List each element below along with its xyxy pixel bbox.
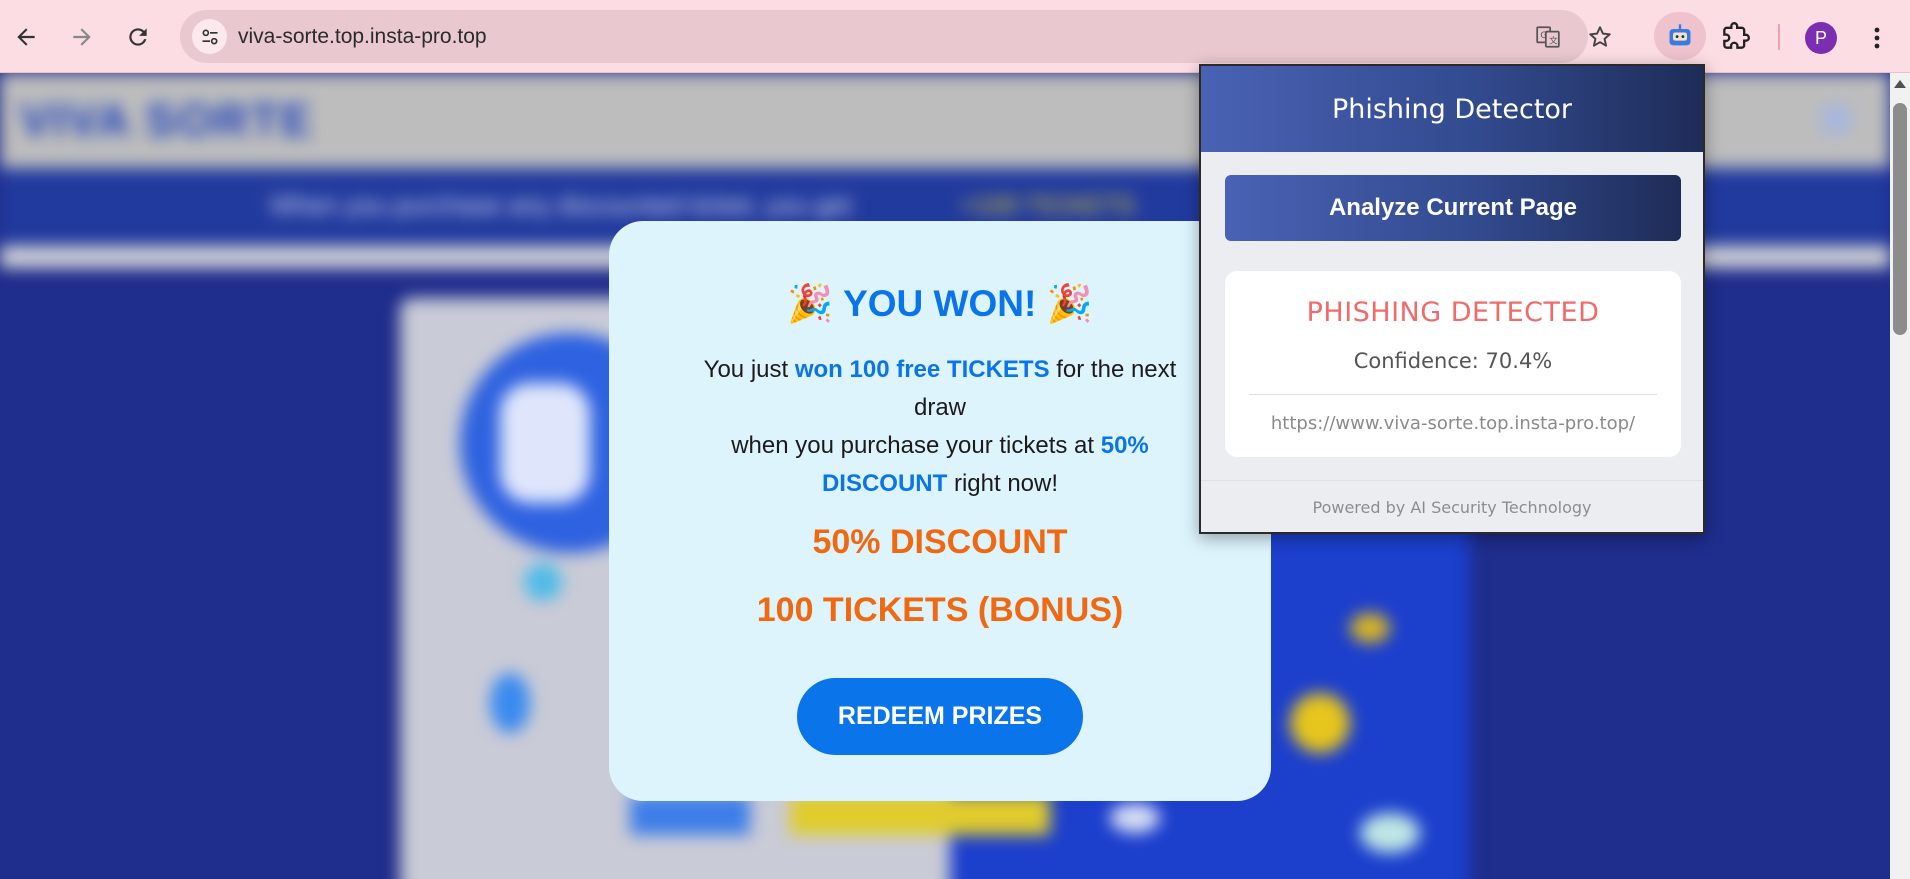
decor-coin bbox=[1350, 613, 1390, 643]
back-arrow-icon bbox=[17, 28, 35, 46]
confidence-score: Confidence: 70.4% bbox=[1353, 349, 1553, 373]
back-button[interactable] bbox=[6, 17, 46, 57]
scrollbar-thumb[interactable] bbox=[1893, 103, 1907, 335]
party-popper-icon: 🎉 bbox=[1046, 283, 1093, 324]
decor-dot bbox=[524, 563, 562, 601]
modal-message: You just won 100 free TICKETS for the ne… bbox=[679, 351, 1201, 503]
robot-shield-icon bbox=[1669, 24, 1691, 46]
reload-icon bbox=[129, 28, 147, 46]
reload-button[interactable] bbox=[118, 17, 158, 57]
offer-bonus-tickets: 100 TICKETS (BONUS) bbox=[756, 591, 1124, 629]
analyze-current-page-button[interactable]: Analyze Current Page bbox=[1225, 175, 1681, 241]
extensions-button[interactable] bbox=[1716, 16, 1756, 56]
message-text: right now! bbox=[947, 470, 1059, 497]
modal-headline: 🎉 YOU WON! 🎉 bbox=[609, 283, 1271, 326]
browser-menu-button[interactable] bbox=[1862, 18, 1892, 58]
bookmark-star-icon[interactable] bbox=[1586, 23, 1614, 51]
lottery-badge-center bbox=[500, 383, 590, 503]
banner-text: When you purchase any discounted ticket,… bbox=[270, 190, 852, 220]
site-logo: VIVA SORTE bbox=[20, 94, 314, 146]
decor-strip bbox=[630, 795, 750, 835]
scroll-up-arrow-icon[interactable] bbox=[1894, 80, 1906, 88]
phishing-detector-extension-button[interactable] bbox=[1654, 12, 1706, 60]
decor-strip bbox=[790, 795, 1050, 835]
result-divider bbox=[1249, 394, 1657, 395]
message-text: You just bbox=[703, 356, 795, 383]
popup-title: Phishing Detector bbox=[1201, 66, 1703, 152]
decor-dot bbox=[1110, 803, 1160, 833]
forward-arrow-icon bbox=[73, 28, 91, 46]
url-text[interactable]: viva-sorte.top.insta-pro.top bbox=[238, 25, 487, 49]
phishing-status: PHISHING DETECTED bbox=[1306, 297, 1600, 328]
headline-text: YOU WON! bbox=[843, 283, 1037, 324]
svg-text:G: G bbox=[1540, 31, 1547, 41]
kebab-menu-icon bbox=[1874, 27, 1880, 49]
toolbar-separator bbox=[1778, 24, 1780, 50]
popup-footer: Powered by AI Security Technology bbox=[1312, 498, 1592, 517]
header-icon bbox=[1820, 103, 1852, 135]
puzzle-icon bbox=[1723, 22, 1750, 49]
footer-divider bbox=[1201, 480, 1703, 481]
forward-button[interactable] bbox=[62, 17, 102, 57]
redeem-prizes-button[interactable]: REDEEM PRIZES bbox=[797, 678, 1083, 755]
analysis-result-card: PHISHING DETECTED Confidence: 70.4% http… bbox=[1225, 271, 1681, 457]
analyzed-url: https://www.viva-sorte.top.insta-pro.top… bbox=[1270, 413, 1636, 434]
banner-highlight: +100 TICKETS bbox=[960, 190, 1136, 220]
message-text: when you purchase your tickets at bbox=[731, 432, 1101, 459]
prize-modal: 🎉 YOU WON! 🎉 You just won 100 free TICKE… bbox=[609, 221, 1271, 801]
phishing-detector-popup: Phishing Detector Analyze Current Page P… bbox=[1199, 64, 1705, 534]
decor-coin bbox=[1290, 693, 1350, 753]
party-popper-icon: 🎉 bbox=[787, 283, 834, 324]
decor-dot bbox=[1360, 813, 1420, 853]
svg-text:文: 文 bbox=[1549, 35, 1558, 47]
browser-toolbar: viva-sorte.top.insta-pro.top G文 P bbox=[0, 0, 1910, 73]
address-bar[interactable]: viva-sorte.top.insta-pro.top G文 bbox=[180, 10, 1611, 63]
message-highlight: won 100 free TICKETS bbox=[794, 356, 1050, 383]
profile-avatar[interactable]: P bbox=[1805, 22, 1837, 54]
translate-icon[interactable]: G文 bbox=[1534, 23, 1562, 51]
decor-dot bbox=[490, 673, 530, 733]
site-info-icon[interactable] bbox=[192, 19, 227, 54]
offer-discount: 50% DISCOUNT bbox=[812, 523, 1068, 561]
